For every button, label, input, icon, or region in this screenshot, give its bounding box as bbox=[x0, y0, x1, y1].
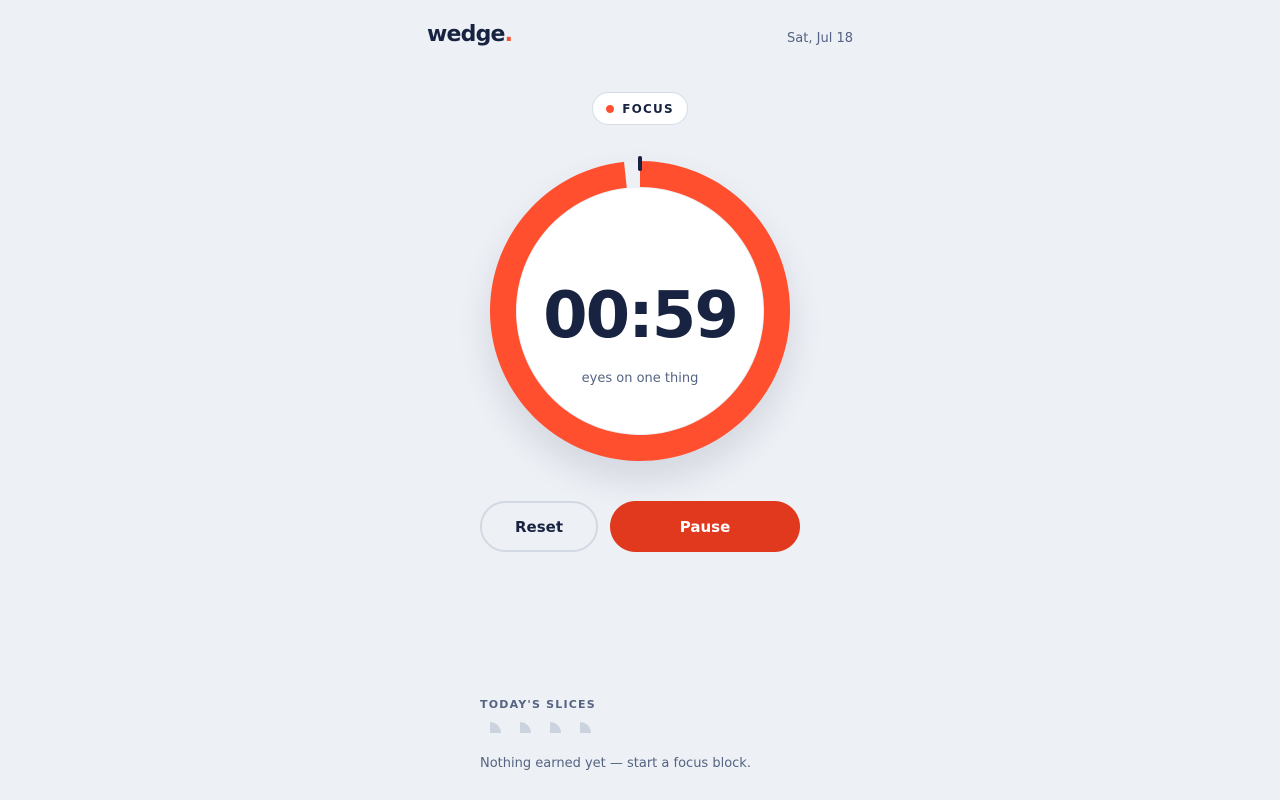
reset-button[interactable]: Reset bbox=[480, 501, 598, 552]
timer-display: 00:59 bbox=[543, 279, 739, 353]
pie-slice-icon bbox=[580, 722, 591, 733]
timer-caption: eyes on one thing bbox=[581, 371, 699, 386]
mode-label: FOCUS bbox=[622, 101, 674, 116]
slices-row bbox=[490, 722, 591, 733]
timer-dial: 00:59 eyes on one thing bbox=[490, 161, 790, 461]
timer-start-marker bbox=[638, 156, 642, 171]
mode-badge: FOCUS bbox=[592, 92, 688, 125]
slices-empty-message: Nothing earned yet — start a focus block… bbox=[480, 756, 751, 771]
pie-slice-icon bbox=[550, 722, 561, 733]
logo-dot: . bbox=[504, 22, 513, 47]
app-logo: wedge. bbox=[427, 22, 513, 47]
current-date: Sat, Jul 18 bbox=[787, 31, 853, 46]
timer-face: 00:59 eyes on one thing bbox=[517, 188, 763, 434]
logo-text: wedge bbox=[427, 22, 505, 47]
pie-slice-icon bbox=[490, 722, 501, 733]
pie-slice-icon bbox=[520, 722, 531, 733]
pause-button[interactable]: Pause bbox=[610, 501, 800, 552]
slices-title: TODAY'S SLICES bbox=[480, 698, 596, 711]
status-dot-icon bbox=[606, 104, 615, 113]
